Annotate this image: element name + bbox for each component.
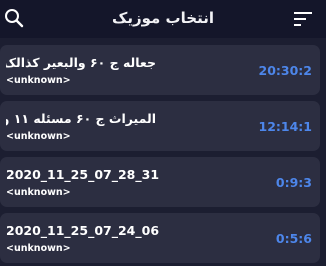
- track-artist: <unknown>: [6, 75, 71, 86]
- track-duration: 20:30:2: [258, 63, 313, 78]
- track-item[interactable]: المیراث ج ۶۰ مسئله ۱۱ و ۱۲ دهقان <unknow…: [0, 101, 320, 151]
- app-bar: انتخاب موزیک: [0, 0, 326, 38]
- track-artist: <unknown>: [6, 187, 71, 198]
- track-title: جعاله ج ۶۰ والبعیر کذالک دهقان: [6, 55, 156, 70]
- track-title: المیراث ج ۶۰ مسئله ۱۱ و ۱۲ دهقان: [6, 111, 156, 126]
- track-item[interactable]: 2020_11_25_07_24_06 <unknown> 0:5:6: [0, 213, 320, 263]
- track-title: 2020_11_25_07_28_31: [6, 167, 160, 182]
- track-item[interactable]: جعاله ج ۶۰ والبعیر کذالک دهقان <unknown>…: [0, 45, 320, 95]
- track-duration: 0:5:6: [275, 231, 312, 246]
- music-picker-screen: انتخاب موزیک جعاله ج ۶۰ والبعیر کذالک ده…: [0, 0, 326, 266]
- sort-menu-icon[interactable]: [294, 11, 312, 27]
- track-title: 2020_11_25_07_24_06: [6, 223, 160, 238]
- track-item[interactable]: 2020_11_25_07_28_31 <unknown> 0:9:3: [0, 157, 320, 207]
- page-title: انتخاب موزیک: [112, 9, 214, 27]
- track-artist: <unknown>: [6, 131, 71, 142]
- track-duration: 12:14:1: [258, 119, 313, 134]
- track-artist: <unknown>: [6, 243, 71, 254]
- track-duration: 0:9:3: [275, 175, 312, 190]
